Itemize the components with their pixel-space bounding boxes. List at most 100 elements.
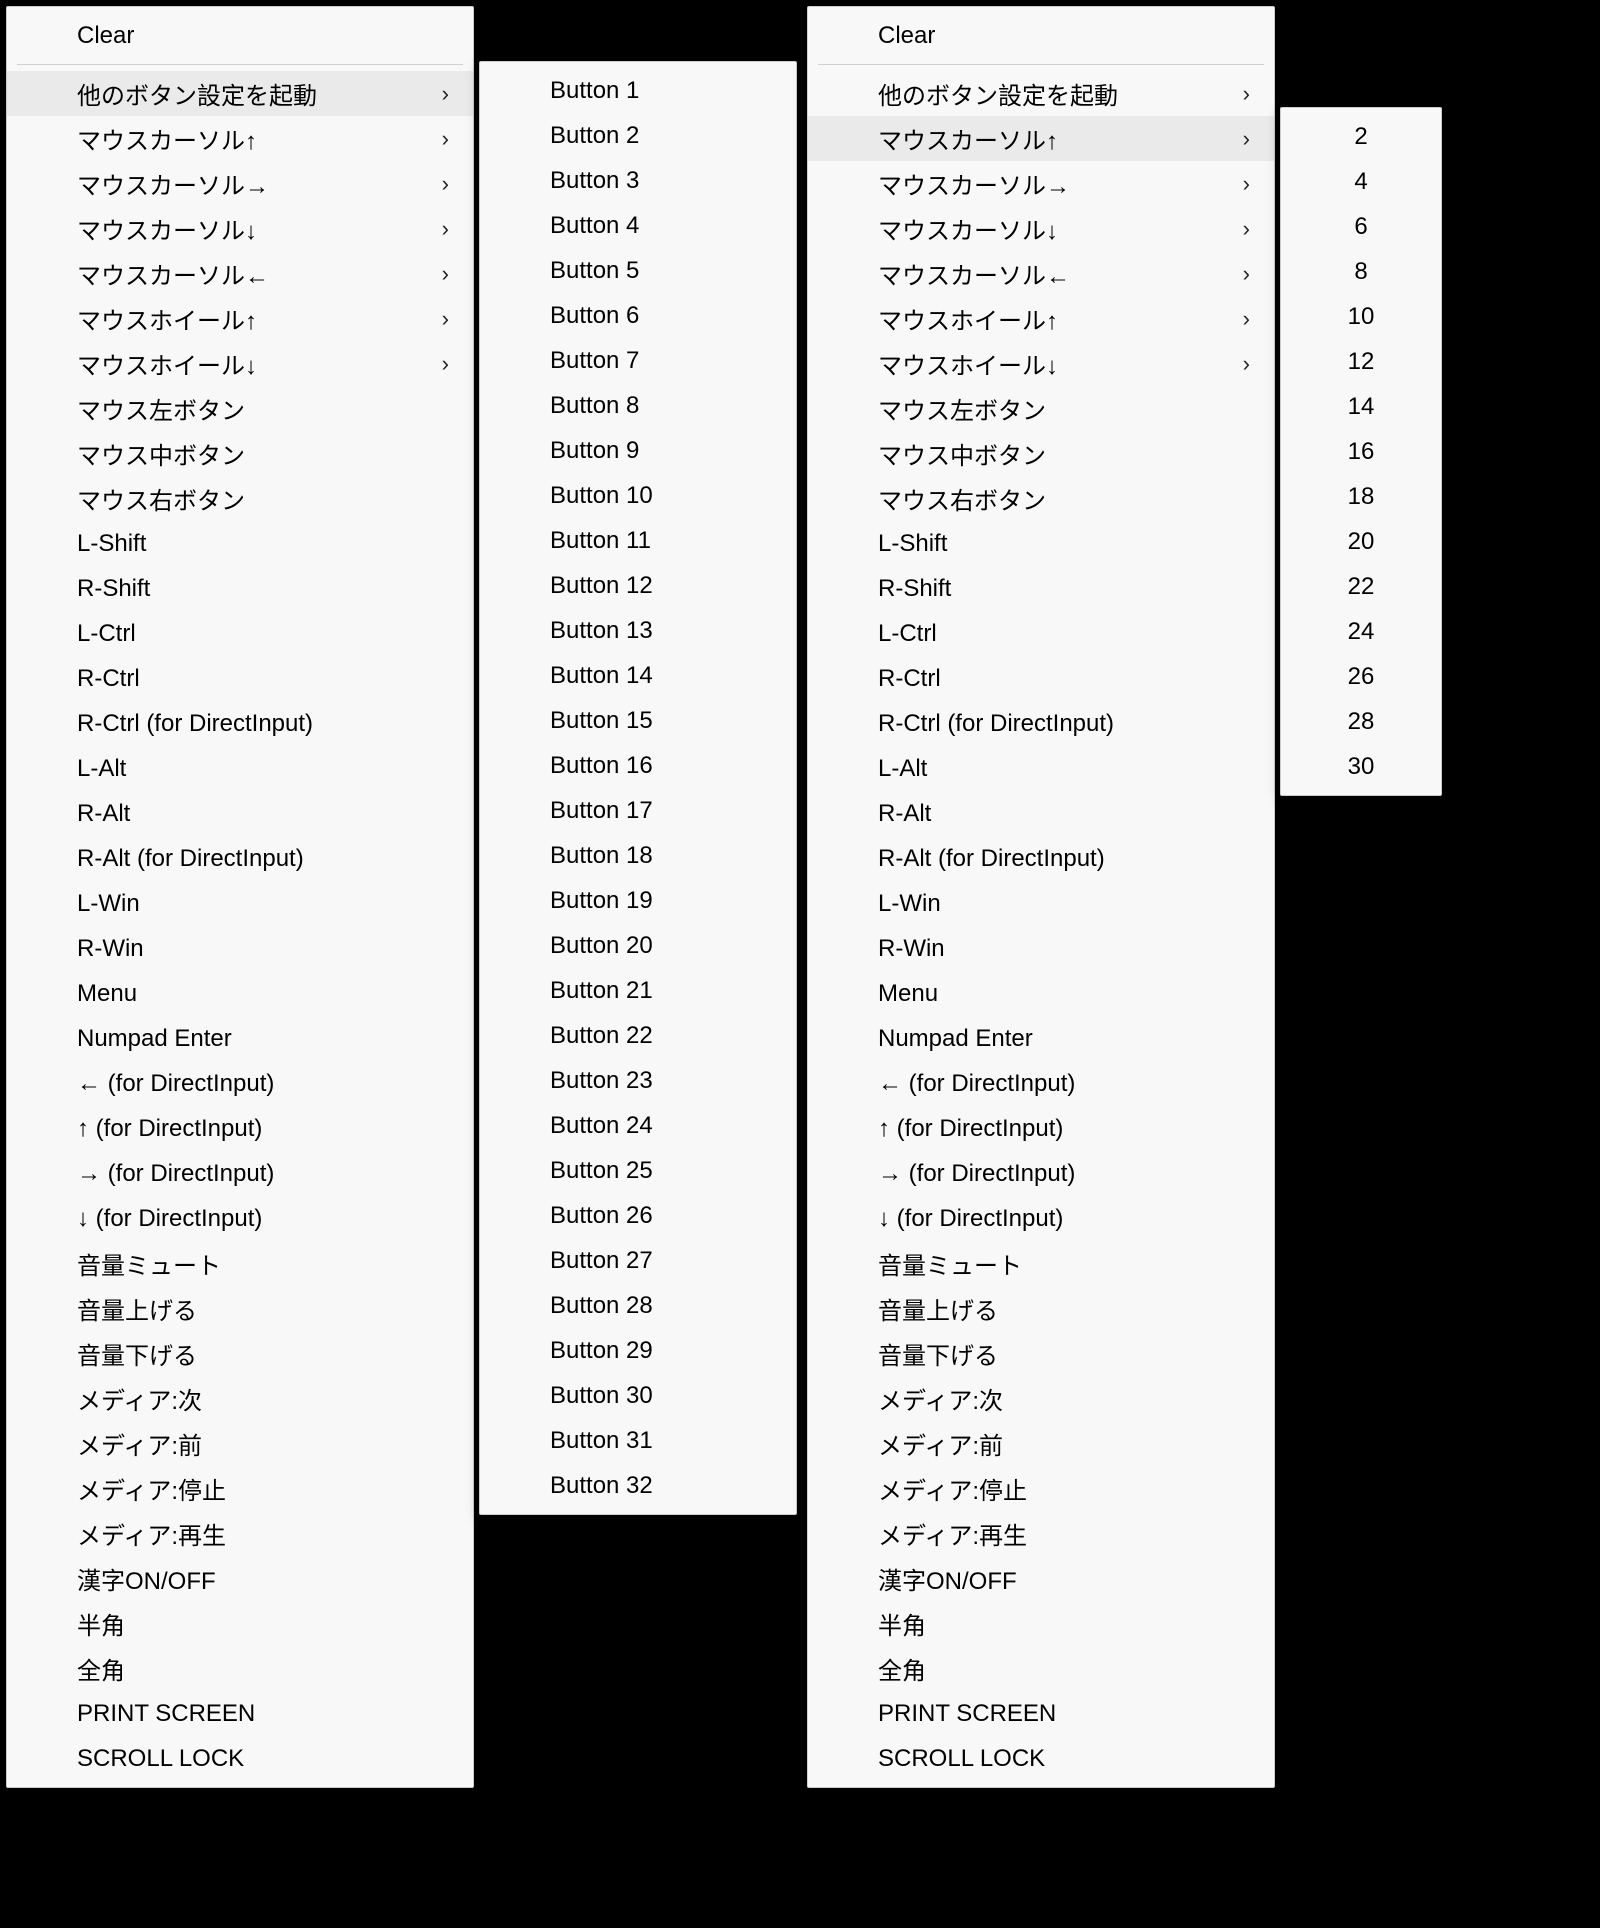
menu-item-item[interactable]: マウスカーソル→›	[808, 161, 1274, 206]
menu-item-for-directinput[interactable]: → (for DirectInput)	[7, 1151, 473, 1196]
menu-item-item[interactable]: 他のボタン設定を起動›	[808, 71, 1274, 116]
menu-item-on-off[interactable]: 漢字ON/OFF	[808, 1556, 1274, 1601]
menu-item-for-directinput[interactable]: ↓ (for DirectInput)	[808, 1196, 1274, 1241]
submenu-item-button-1[interactable]: Button 1	[480, 68, 796, 113]
submenu-item-28[interactable]: 28	[1281, 699, 1441, 744]
menu-item-item[interactable]: マウスカーソル←›	[7, 251, 473, 296]
menu-item-item[interactable]: 全角	[808, 1646, 1274, 1691]
menu-item-item[interactable]: メディア:再生	[7, 1511, 473, 1556]
submenu-item-button-15[interactable]: Button 15	[480, 698, 796, 743]
menu-item-numpad-enter[interactable]: Numpad Enter	[808, 1016, 1274, 1061]
menu-item-item[interactable]: マウス右ボタン	[7, 476, 473, 521]
menu-item-for-directinput[interactable]: ← (for DirectInput)	[7, 1061, 473, 1106]
menu-item-item[interactable]: メディア:前	[808, 1421, 1274, 1466]
menu-item-l-alt[interactable]: L-Alt	[808, 746, 1274, 791]
menu-item-item[interactable]: マウス左ボタン	[7, 386, 473, 431]
menu-item-for-directinput[interactable]: ↑ (for DirectInput)	[808, 1106, 1274, 1151]
submenu-item-6[interactable]: 6	[1281, 204, 1441, 249]
submenu-item-16[interactable]: 16	[1281, 429, 1441, 474]
submenu-item-button-2[interactable]: Button 2	[480, 113, 796, 158]
menu-item-l-alt[interactable]: L-Alt	[7, 746, 473, 791]
menu-item-menu[interactable]: Menu	[7, 971, 473, 1016]
menu-item-item[interactable]: 音量上げる	[808, 1286, 1274, 1331]
menu-item-item[interactable]: メディア:次	[808, 1376, 1274, 1421]
menu-item-item[interactable]: マウスカーソル→›	[7, 161, 473, 206]
submenu-item-button-22[interactable]: Button 22	[480, 1013, 796, 1058]
menu-item-l-ctrl[interactable]: L-Ctrl	[7, 611, 473, 656]
menu-item-l-win[interactable]: L-Win	[808, 881, 1274, 926]
menu-item-l-win[interactable]: L-Win	[7, 881, 473, 926]
menu-item-r-shift[interactable]: R-Shift	[7, 566, 473, 611]
submenu-item-button-20[interactable]: Button 20	[480, 923, 796, 968]
menu-item-item[interactable]: マウス中ボタン	[7, 431, 473, 476]
submenu-item-button-29[interactable]: Button 29	[480, 1328, 796, 1373]
menu-item-item[interactable]: 他のボタン設定を起動›	[7, 71, 473, 116]
menu-item-item[interactable]: 音量下げる	[7, 1331, 473, 1376]
submenu-item-4[interactable]: 4	[1281, 159, 1441, 204]
menu-item-scroll-lock[interactable]: SCROLL LOCK	[808, 1736, 1274, 1781]
submenu-item-button-6[interactable]: Button 6	[480, 293, 796, 338]
submenu-item-22[interactable]: 22	[1281, 564, 1441, 609]
submenu-item-button-13[interactable]: Button 13	[480, 608, 796, 653]
menu-item-r-shift[interactable]: R-Shift	[808, 566, 1274, 611]
menu-item-item[interactable]: マウスホイール↓›	[7, 341, 473, 386]
menu-item-item[interactable]: 全角	[7, 1646, 473, 1691]
submenu-item-button-7[interactable]: Button 7	[480, 338, 796, 383]
menu-item-item[interactable]: マウスホイール↑›	[7, 296, 473, 341]
submenu-item-button-10[interactable]: Button 10	[480, 473, 796, 518]
submenu-item-button-25[interactable]: Button 25	[480, 1148, 796, 1193]
menu-item-r-alt-for-directinput[interactable]: R-Alt (for DirectInput)	[808, 836, 1274, 881]
submenu-item-button-9[interactable]: Button 9	[480, 428, 796, 473]
menu-item-item[interactable]: 半角	[808, 1601, 1274, 1646]
menu-item-print-screen[interactable]: PRINT SCREEN	[808, 1691, 1274, 1736]
menu-item-on-off[interactable]: 漢字ON/OFF	[7, 1556, 473, 1601]
menu-item-item[interactable]: マウスカーソル↑›	[808, 116, 1274, 161]
submenu-item-button-12[interactable]: Button 12	[480, 563, 796, 608]
submenu-item-18[interactable]: 18	[1281, 474, 1441, 519]
submenu-item-10[interactable]: 10	[1281, 294, 1441, 339]
menu-item-item[interactable]: メディア:再生	[808, 1511, 1274, 1556]
menu-item-print-screen[interactable]: PRINT SCREEN	[7, 1691, 473, 1736]
menu-item-l-shift[interactable]: L-Shift	[808, 521, 1274, 566]
menu-item-numpad-enter[interactable]: Numpad Enter	[7, 1016, 473, 1061]
menu-item-item[interactable]: 音量下げる	[808, 1331, 1274, 1376]
submenu-item-button-21[interactable]: Button 21	[480, 968, 796, 1013]
menu-item-r-win[interactable]: R-Win	[7, 926, 473, 971]
menu-item-item[interactable]: 半角	[7, 1601, 473, 1646]
menu-item-item[interactable]: メディア:次	[7, 1376, 473, 1421]
submenu-item-20[interactable]: 20	[1281, 519, 1441, 564]
submenu-item-button-11[interactable]: Button 11	[480, 518, 796, 563]
menu-item-item[interactable]: マウスカーソル↓›	[7, 206, 473, 251]
menu-item-item[interactable]: マウス中ボタン	[808, 431, 1274, 476]
left-main-menu[interactable]: Clear他のボタン設定を起動›マウスカーソル↑›マウスカーソル→›マウスカーソ…	[6, 6, 474, 1788]
menu-item-r-alt[interactable]: R-Alt	[7, 791, 473, 836]
menu-item-item[interactable]: マウス左ボタン	[808, 386, 1274, 431]
menu-item-item[interactable]: マウスホイール↓›	[808, 341, 1274, 386]
submenu-item-button-32[interactable]: Button 32	[480, 1463, 796, 1508]
submenu-item-2[interactable]: 2	[1281, 114, 1441, 159]
menu-item-l-shift[interactable]: L-Shift	[7, 521, 473, 566]
menu-item-item[interactable]: マウス右ボタン	[808, 476, 1274, 521]
menu-item-for-directinput[interactable]: ↑ (for DirectInput)	[7, 1106, 473, 1151]
menu-item-item[interactable]: マウスホイール↑›	[808, 296, 1274, 341]
menu-item-menu[interactable]: Menu	[808, 971, 1274, 1016]
menu-item-item[interactable]: マウスカーソル↓›	[808, 206, 1274, 251]
right-main-menu[interactable]: Clear他のボタン設定を起動›マウスカーソル↑›マウスカーソル→›マウスカーソ…	[807, 6, 1275, 1788]
submenu-item-button-18[interactable]: Button 18	[480, 833, 796, 878]
menu-item-item[interactable]: マウスカーソル←›	[808, 251, 1274, 296]
menu-item-clear[interactable]: Clear	[808, 13, 1274, 58]
submenu-item-button-26[interactable]: Button 26	[480, 1193, 796, 1238]
submenu-item-button-4[interactable]: Button 4	[480, 203, 796, 248]
submenu-item-button-19[interactable]: Button 19	[480, 878, 796, 923]
menu-item-item[interactable]: マウスカーソル↑›	[7, 116, 473, 161]
menu-item-for-directinput[interactable]: ← (for DirectInput)	[808, 1061, 1274, 1106]
menu-item-item[interactable]: 音量ミュート	[7, 1241, 473, 1286]
submenu-item-button-23[interactable]: Button 23	[480, 1058, 796, 1103]
menu-item-r-win[interactable]: R-Win	[808, 926, 1274, 971]
menu-item-r-ctrl[interactable]: R-Ctrl	[808, 656, 1274, 701]
submenu-item-button-24[interactable]: Button 24	[480, 1103, 796, 1148]
menu-item-item[interactable]: メディア:停止	[808, 1466, 1274, 1511]
menu-item-item[interactable]: 音量ミュート	[808, 1241, 1274, 1286]
submenu-item-button-5[interactable]: Button 5	[480, 248, 796, 293]
submenu-item-8[interactable]: 8	[1281, 249, 1441, 294]
